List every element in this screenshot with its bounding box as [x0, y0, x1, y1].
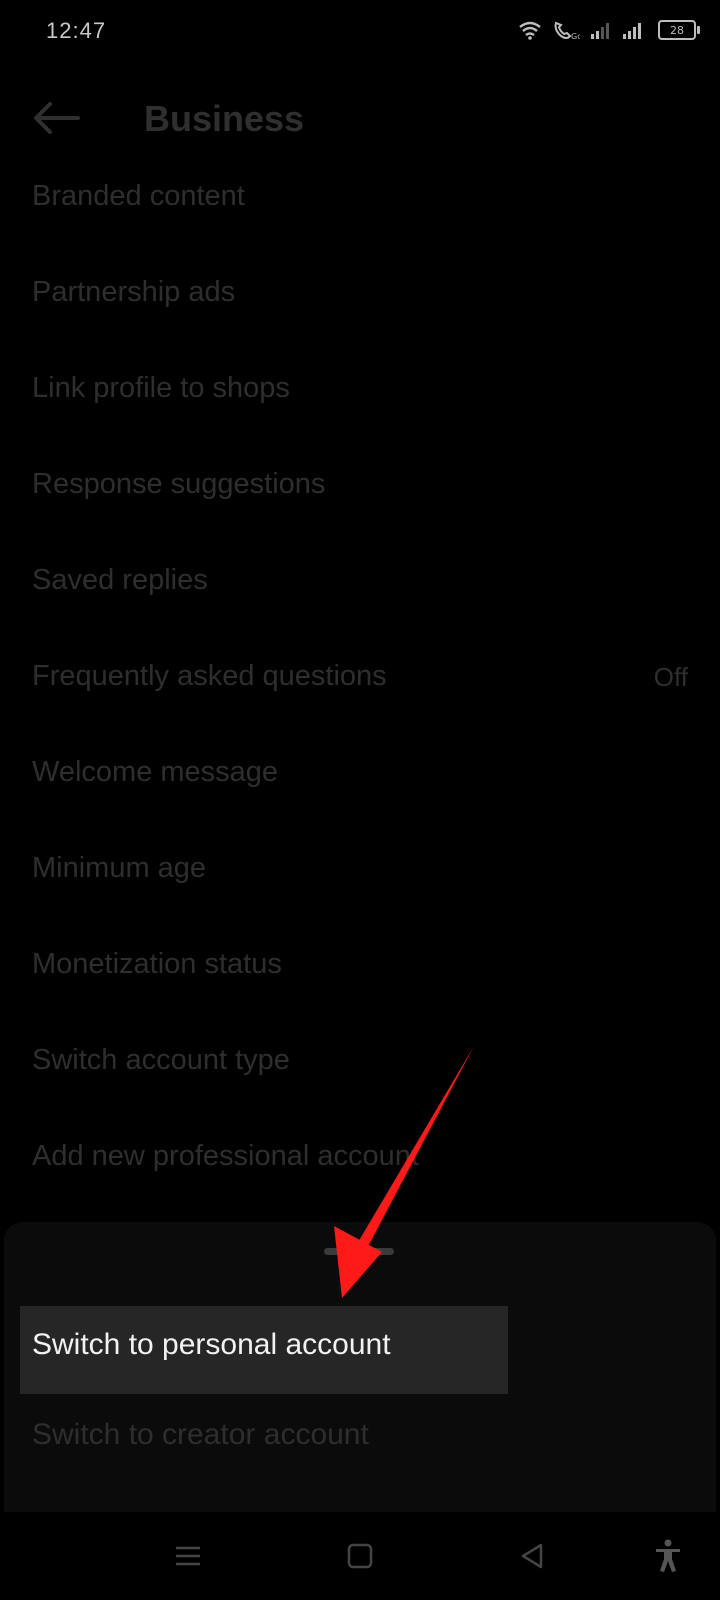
page-title: Business — [144, 98, 305, 139]
menu-item-label: Link profile to shops — [32, 372, 290, 404]
menu-icon — [176, 1546, 200, 1566]
menu-item-add-professional-account[interactable]: Add new professional account — [0, 1112, 720, 1208]
menu-item-label: Monetization status — [32, 948, 282, 980]
accessibility-icon — [656, 1539, 680, 1572]
recent-apps-button[interactable] — [168, 1538, 208, 1574]
battery-icon: 28 — [658, 20, 700, 40]
volte-call-icon: Go — [554, 21, 580, 40]
menu-item-label: Minimum age — [32, 852, 207, 884]
system-back-button[interactable] — [512, 1538, 552, 1574]
menu-item-label: Welcome message — [32, 756, 279, 788]
arrow-left-icon — [34, 102, 80, 134]
bottom-sheet: Switch to personal account Switch to cre… — [4, 1222, 716, 1512]
switch-to-creator-button[interactable]: Switch to creator account — [20, 1398, 700, 1482]
menu-item-label: Response suggestions — [32, 468, 326, 500]
menu-item-response-suggestions[interactable]: Response suggestions — [0, 440, 720, 536]
menu-item-welcome-message[interactable]: Welcome message — [0, 728, 720, 824]
menu-item-saved-replies[interactable]: Saved replies — [0, 536, 720, 632]
signal-icon — [591, 23, 609, 39]
menu-item-label: Saved replies — [32, 564, 208, 596]
menu-item-faq[interactable]: Frequently asked questions Off — [0, 632, 720, 728]
status-bar: 12:47 Go 28 — [0, 0, 720, 64]
menu-item-switch-account-type[interactable]: Switch account type — [0, 1016, 720, 1112]
status-time: 12:47 — [46, 18, 107, 43]
menu-item-label: Add new professional account — [32, 1140, 419, 1172]
menu-item-minimum-age[interactable]: Minimum age — [0, 824, 720, 920]
settings-menu: Branded content Partnership ads Link pro… — [0, 152, 720, 1208]
home-square-icon — [347, 1543, 373, 1569]
home-button[interactable] — [340, 1538, 380, 1574]
menu-item-label: Switch account type — [32, 1044, 290, 1076]
accessibility-button[interactable] — [648, 1538, 688, 1574]
signal-icon — [623, 23, 641, 39]
status-icons: Go 28 — [518, 20, 700, 40]
drag-handle[interactable] — [324, 1248, 394, 1255]
battery-level: 28 — [670, 23, 684, 37]
system-nav-bar — [0, 1512, 720, 1600]
wifi-icon — [519, 21, 541, 40]
option-label: Switch to creator account — [32, 1418, 369, 1451]
menu-item-label: Frequently asked questions — [32, 660, 387, 692]
menu-item-partnership-ads[interactable]: Partnership ads — [0, 248, 720, 344]
menu-item-link-profile-to-shops[interactable]: Link profile to shops — [0, 344, 720, 440]
menu-item-label: Branded content — [32, 180, 245, 212]
switch-to-personal-button[interactable]: Switch to personal account — [20, 1306, 508, 1394]
svg-text:Go: Go — [571, 32, 580, 40]
menu-item-label: Partnership ads — [32, 276, 236, 308]
app-bar: Business — [0, 84, 720, 154]
menu-item-value: Off — [653, 662, 688, 692]
menu-item-monetization-status[interactable]: Monetization status — [0, 920, 720, 1016]
back-button[interactable] — [30, 100, 82, 136]
back-triangle-icon — [521, 1543, 543, 1569]
option-label: Switch to personal account — [32, 1328, 391, 1361]
menu-item-branded-content[interactable]: Branded content — [0, 152, 720, 248]
